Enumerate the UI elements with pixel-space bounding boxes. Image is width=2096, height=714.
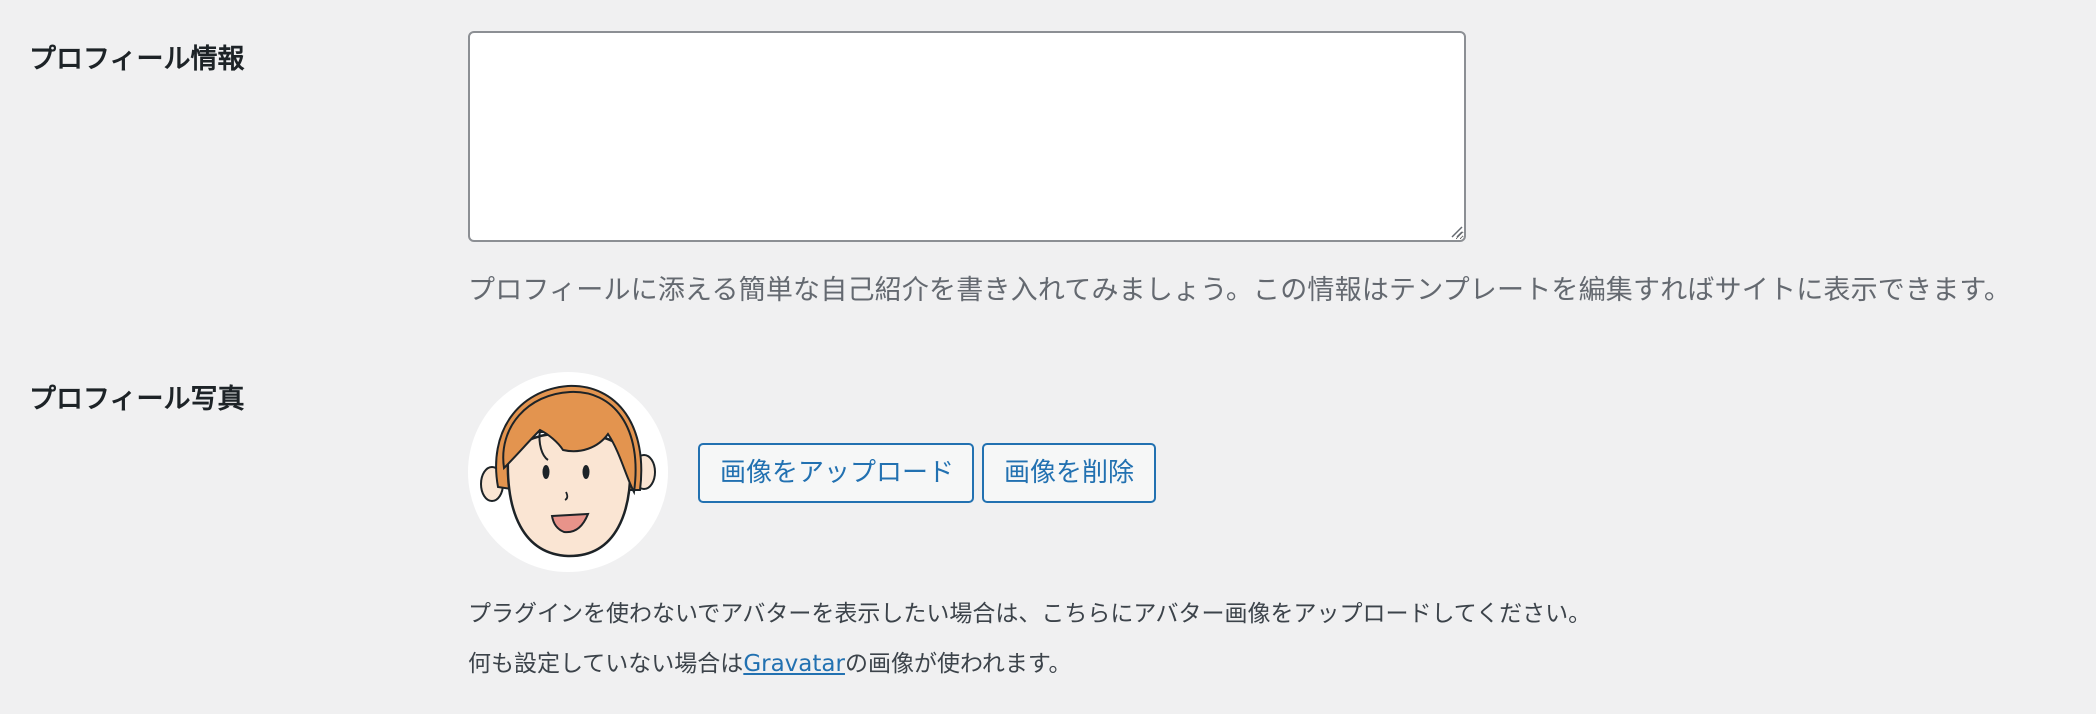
- profile-bio-description: プロフィールに添える簡単な自己紹介を書き入れてみましょう。この情報はテンプレート…: [468, 275, 2012, 306]
- profile-photo-label: プロフィール写真: [29, 384, 245, 415]
- avatar-help-text: プラグインを使わないでアバターを表示したい場合は、こちらにアバター画像をアップロ…: [468, 601, 1592, 627]
- delete-image-button[interactable]: 画像を削除: [982, 443, 1156, 503]
- gravatar-help-text: 何も設定していない場合はGravatarの画像が使われます。: [468, 647, 1072, 681]
- gravatar-help-prefix: 何も設定していない場合は: [468, 651, 744, 677]
- gravatar-link[interactable]: Gravatar: [743, 651, 845, 677]
- profile-bio-textarea[interactable]: [468, 31, 1466, 242]
- upload-image-button[interactable]: 画像をアップロード: [698, 443, 974, 503]
- avatar: [468, 372, 668, 572]
- cartoon-face-avatar-icon: [480, 384, 656, 558]
- profile-bio-label: プロフィール情報: [29, 44, 245, 75]
- gravatar-help-suffix: の画像が使われます。: [844, 651, 1072, 677]
